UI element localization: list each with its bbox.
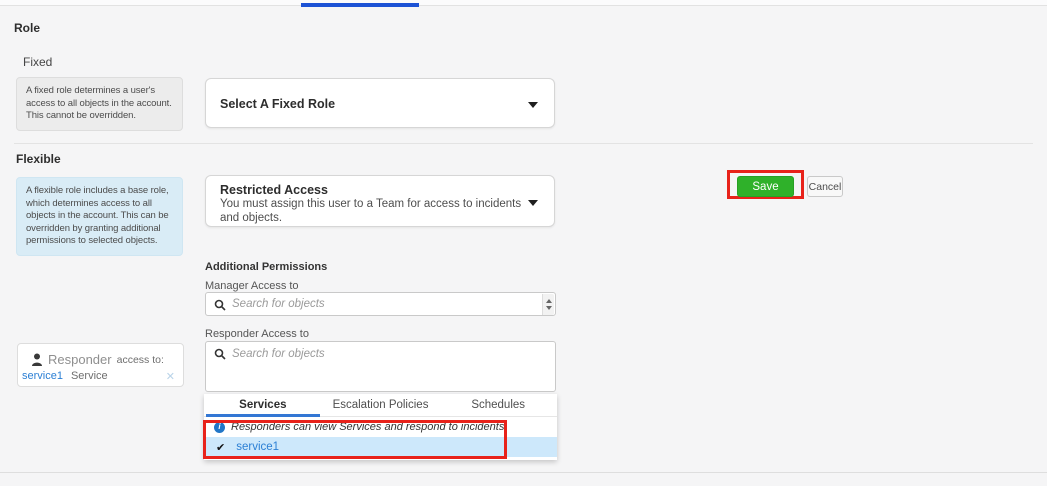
manager-access-search-input[interactable] [232, 293, 532, 315]
chip-role-suffix: access to: [117, 354, 164, 366]
fixed-role-dropdown[interactable]: Select A Fixed Role [205, 78, 555, 128]
chevron-down-icon [528, 200, 538, 206]
close-icon[interactable]: ✕ [166, 370, 175, 383]
chevron-down-icon [528, 102, 538, 108]
responder-search-results-panel: Services Escalation Policies Schedules i… [204, 394, 557, 460]
active-tab-underline [301, 3, 419, 7]
fixed-section-label: Fixed [23, 55, 52, 69]
stepper-control[interactable] [542, 294, 554, 315]
chip-role-line: Responder access to: [31, 352, 164, 367]
flexible-section-divider [14, 143, 1033, 144]
base-role-dropdown-title: Restricted Access [220, 183, 328, 197]
tab-escalation-policies[interactable]: Escalation Policies [322, 394, 440, 416]
search-icon [214, 299, 226, 311]
stepper-up-icon[interactable] [546, 299, 552, 303]
base-role-dropdown[interactable]: Restricted Access You must assign this u… [205, 175, 555, 227]
person-icon [31, 353, 43, 366]
responder-access-search-input[interactable] [232, 348, 532, 388]
role-heading: Role [14, 21, 40, 35]
tab-services[interactable]: Services [204, 394, 322, 416]
chip-role-name: Responder [48, 352, 112, 367]
manager-access-label: Manager Access to [205, 280, 299, 292]
results-info-row: i Responders can view Services and respo… [204, 417, 557, 437]
user-role-settings-page: Role Fixed A fixed role determines a use… [0, 0, 1047, 486]
cancel-button[interactable]: Cancel [807, 176, 843, 197]
results-info-text: Responders can view Services and respond… [231, 421, 504, 433]
check-icon: ✔ [216, 441, 225, 454]
responder-access-search-field [205, 341, 556, 392]
responder-access-label: Responder Access to [205, 328, 309, 340]
chip-object-type: Service [71, 370, 108, 382]
top-tab-strip [0, 0, 1047, 6]
flexible-section-label: Flexible [16, 152, 61, 166]
result-row-service1[interactable]: ✔ service1 [204, 437, 557, 457]
manager-access-search-field [205, 292, 556, 316]
bottom-divider [0, 472, 1047, 473]
fixed-role-description: A fixed role determines a user's access … [16, 77, 183, 131]
flexible-role-description: A flexible role includes a base role, wh… [16, 177, 183, 256]
result-name: service1 [236, 441, 279, 453]
results-tabs: Services Escalation Policies Schedules [204, 394, 557, 417]
chip-object-line: service1 Service [22, 370, 108, 382]
chip-object-link[interactable]: service1 [22, 370, 63, 382]
save-button[interactable]: Save [737, 176, 794, 197]
search-icon [214, 348, 226, 360]
base-role-dropdown-subtitle: You must assign this user to a Team for … [220, 197, 535, 225]
tab-schedules[interactable]: Schedules [439, 394, 557, 416]
fixed-role-dropdown-label: Select A Fixed Role [220, 97, 335, 111]
additional-permissions-heading: Additional Permissions [205, 261, 327, 273]
info-icon: i [214, 422, 225, 433]
stepper-down-icon[interactable] [546, 306, 552, 310]
responder-access-chip: Responder access to: service1 Service ✕ [17, 343, 184, 387]
